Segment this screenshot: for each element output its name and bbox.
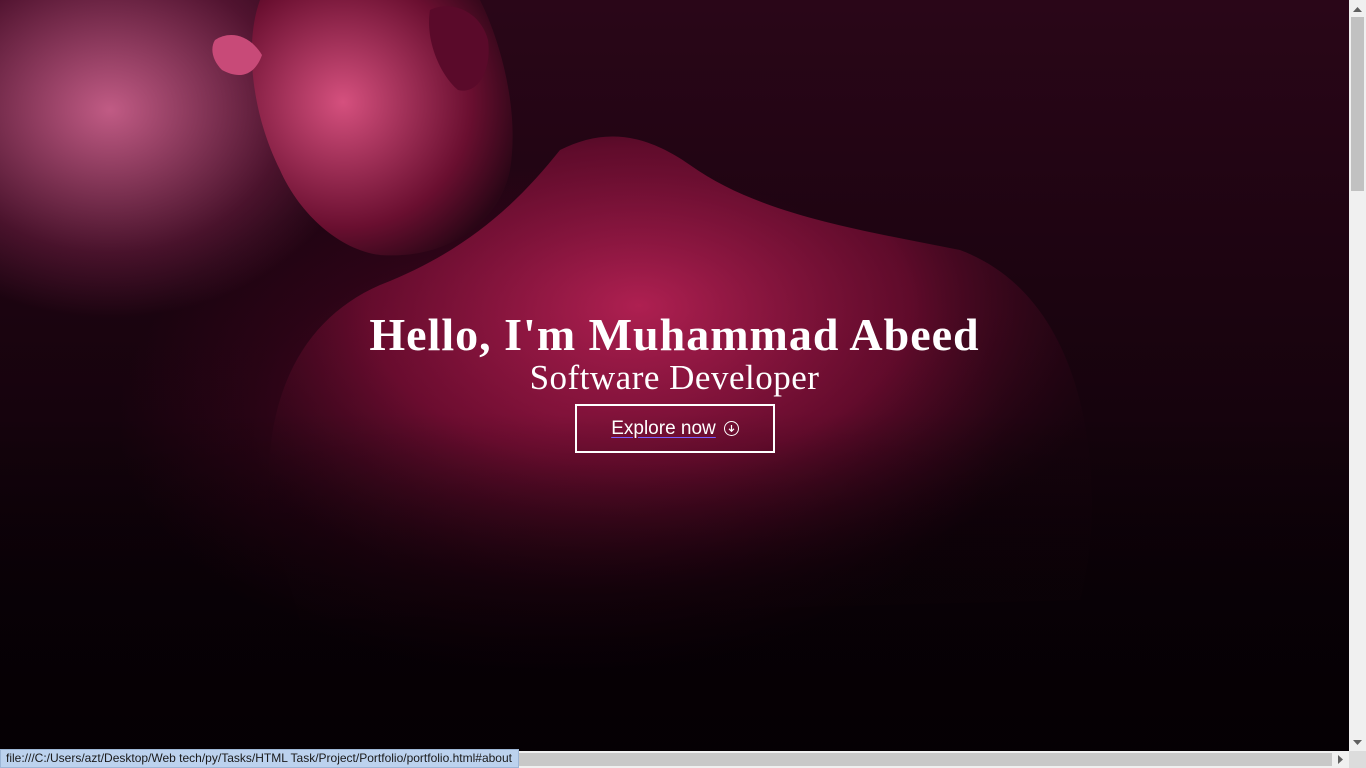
scroll-right-arrow-icon[interactable]: [1332, 751, 1349, 768]
scroll-down-arrow-icon[interactable]: [1349, 734, 1366, 751]
hero-content: Hello, I'm Muhammad Abeed Software Devel…: [0, 0, 1349, 751]
explore-now-button[interactable]: Explore now: [575, 404, 775, 453]
scrollbar-corner: [1349, 751, 1366, 768]
scroll-up-arrow-icon[interactable]: [1349, 0, 1366, 17]
explore-now-label: Explore now: [611, 417, 716, 439]
hero-title: Hello, I'm Muhammad Abeed: [369, 309, 980, 360]
arrow-down-circle-icon: [723, 421, 739, 436]
status-bar-url: file:///C:/Users/azt/Desktop/Web tech/py…: [0, 749, 519, 768]
hero-section: Hello, I'm Muhammad Abeed Software Devel…: [0, 0, 1349, 751]
vertical-scrollbar-thumb[interactable]: [1351, 17, 1364, 191]
hero-subtitle: Software Developer: [529, 358, 820, 397]
vertical-scrollbar[interactable]: [1349, 0, 1366, 751]
